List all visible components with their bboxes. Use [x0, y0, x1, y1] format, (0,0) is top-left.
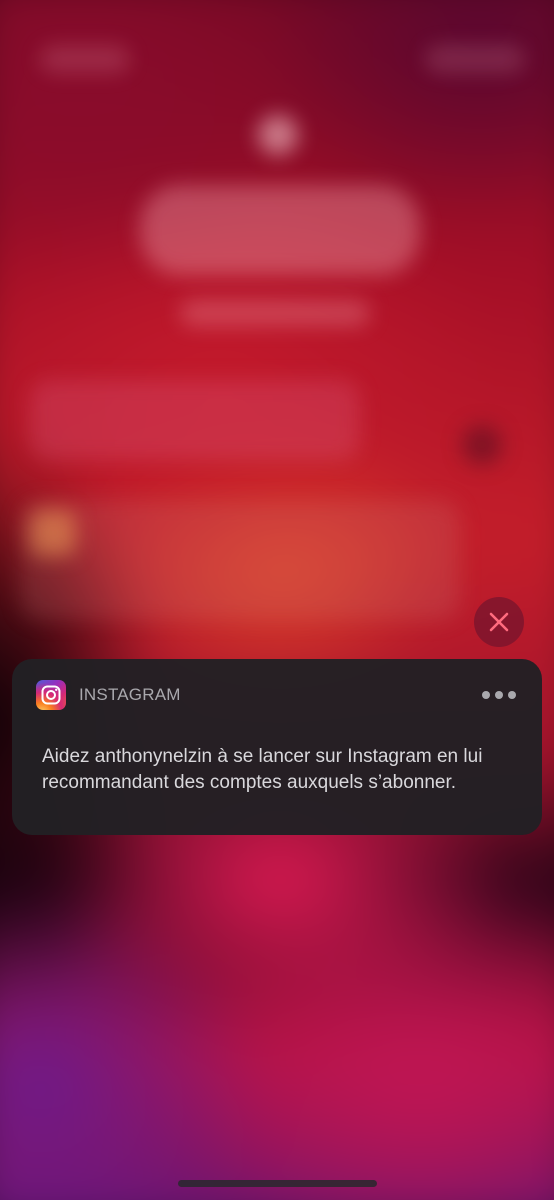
instagram-icon [36, 680, 66, 710]
clear-notification-button[interactable] [474, 597, 524, 647]
blurred-status-bar-left [40, 45, 130, 73]
close-icon [489, 612, 509, 632]
blurred-status-bar-right [425, 45, 525, 73]
blurred-button [462, 425, 502, 465]
blurred-app-icon [30, 510, 76, 556]
notification-card[interactable]: INSTAGRAM Aidez anthonynelzin à se lance… [12, 659, 542, 835]
notification-header: INSTAGRAM [36, 679, 518, 711]
notification-message: Aidez anthonynelzin à se lancer sur Inst… [42, 746, 483, 793]
blurred-notification [20, 500, 460, 620]
home-indicator[interactable] [178, 1180, 377, 1187]
app-name: INSTAGRAM [79, 685, 181, 704]
ellipsis-icon [482, 691, 490, 699]
blurred-lock-icon [258, 115, 298, 155]
blurred-notification [30, 380, 360, 460]
more-options-button[interactable] [480, 680, 518, 710]
blurred-date [180, 300, 370, 326]
lock-screen: INSTAGRAM Aidez anthonynelzin à se lance… [0, 0, 554, 1200]
blurred-clock [140, 185, 420, 275]
